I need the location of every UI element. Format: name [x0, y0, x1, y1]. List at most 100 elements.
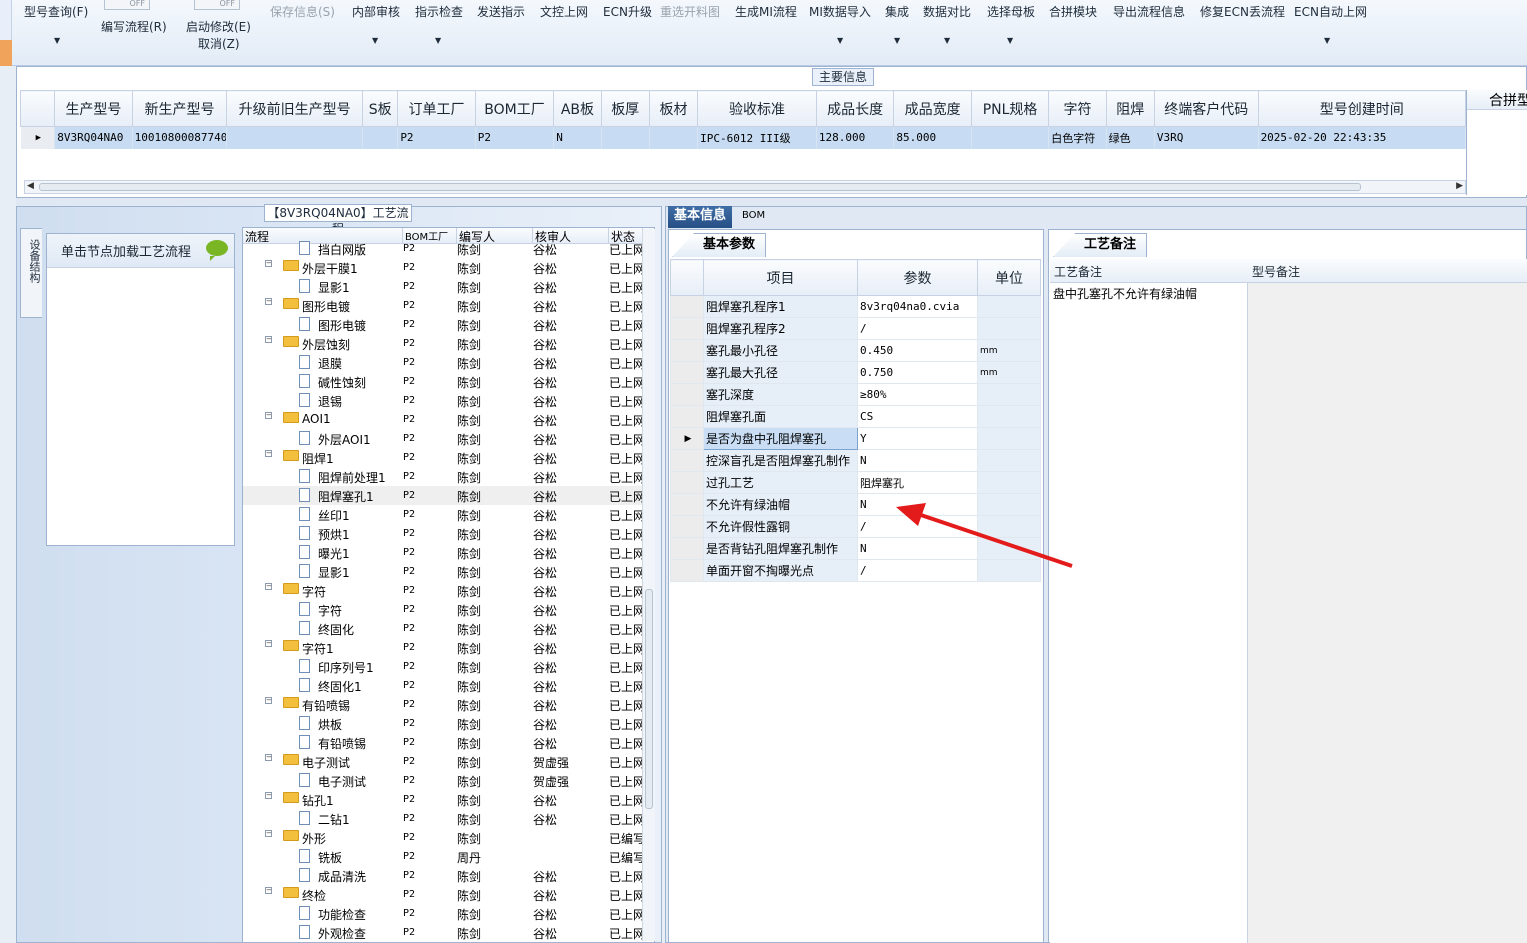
param-value-cell[interactable]: / — [857, 317, 978, 340]
param-unit-cell[interactable] — [977, 537, 1041, 560]
param-value-cell[interactable]: CS — [857, 405, 978, 428]
param-row[interactable]: 单面开窗不掏曝光点 / — [670, 559, 1041, 582]
tree-row[interactable]: − 外形 P2 陈剑 已编写 — [243, 828, 643, 847]
tree-node-label[interactable]: 电子测试 — [302, 754, 350, 771]
param-item-cell[interactable]: 是否为盘中孔阻焊塞孔 — [703, 427, 858, 450]
tree-row[interactable]: 丝印1 P2 陈剑 谷松 已上网 — [243, 505, 643, 524]
tree-row[interactable]: − 终检 P2 陈剑 谷松 已上网 — [243, 885, 643, 904]
column-header[interactable]: 验收标准 — [697, 90, 817, 127]
tree-row[interactable]: 阻焊前处理1 P2 陈剑 谷松 已上网 — [243, 467, 643, 486]
generate-mi-flow-button[interactable]: 生成MI流程 — [735, 3, 797, 20]
tree-node-label[interactable]: 烘板 — [318, 716, 342, 733]
collapse-icon[interactable]: − — [265, 640, 272, 647]
param-row[interactable]: 控深盲孔是否阻焊塞孔制作 N — [670, 449, 1041, 472]
param-unit-cell[interactable] — [977, 515, 1041, 538]
column-header[interactable]: 项目 — [703, 259, 858, 296]
param-unit-cell[interactable] — [977, 559, 1041, 582]
param-unit-cell[interactable] — [977, 493, 1041, 516]
row-header[interactable] — [670, 449, 704, 472]
table-cell[interactable]: V3RQ — [1154, 126, 1259, 149]
row-header[interactable] — [670, 471, 704, 494]
tree-node-label[interactable]: 曝光1 — [318, 545, 350, 562]
tab-basic-info[interactable]: 基本信息 — [668, 206, 733, 228]
tree-row[interactable]: − AOI1 P2 陈剑 谷松 已上网 — [243, 410, 643, 429]
row-selector-icon[interactable]: ▶ — [20, 126, 56, 149]
param-value-cell[interactable]: Y — [857, 427, 978, 450]
row-header[interactable] — [670, 295, 704, 318]
node-load-header[interactable]: 单击节点加载工艺流程 — [47, 234, 234, 268]
param-item-cell[interactable]: 塞孔最小孔径 — [703, 339, 858, 362]
param-unit-cell[interactable]: mm — [977, 361, 1041, 384]
chevron-down-icon[interactable]: ▼ — [1007, 36, 1013, 45]
tree-node-label[interactable]: 阻焊1 — [302, 450, 334, 467]
tree-row[interactable]: − 外层蚀刻 P2 陈剑 谷松 已上网 — [243, 334, 643, 353]
param-unit-cell[interactable] — [977, 383, 1041, 406]
tree-node-label[interactable]: 显影1 — [318, 564, 350, 581]
row-header[interactable] — [670, 493, 704, 516]
doc-control-online-button[interactable]: 文控上网 — [540, 3, 588, 20]
row-header[interactable]: ▶ — [670, 427, 704, 450]
param-value-cell[interactable]: 0.450 — [857, 339, 978, 362]
column-header[interactable]: 订单工厂 — [397, 90, 476, 127]
column-header[interactable]: 成品宽度 — [893, 90, 972, 127]
tree-node-label[interactable]: 碱性蚀刻 — [318, 374, 366, 391]
param-item-cell[interactable]: 阻焊塞孔程序1 — [703, 295, 858, 318]
param-row[interactable]: 是否背钻孔阻焊塞孔制作 N — [670, 537, 1041, 560]
chevron-down-icon[interactable]: ▼ — [894, 36, 900, 45]
cancel-button[interactable]: 取消(Z) — [198, 35, 240, 52]
collapse-icon[interactable]: − — [265, 450, 272, 457]
tree-node-label[interactable]: 退锡 — [318, 393, 342, 410]
horizontal-scrollbar[interactable]: ◀ ▶ — [24, 180, 1466, 194]
export-flow-info-button[interactable]: 导出流程信息 — [1113, 3, 1185, 20]
param-value-cell[interactable]: 0.750 — [857, 361, 978, 384]
tree-node-label[interactable]: 终固化 — [318, 621, 354, 638]
write-flow-button[interactable]: 编写流程(R) — [101, 18, 167, 35]
tree-row[interactable]: 挡白网版 P2 陈剑 谷松 已上网 — [243, 239, 643, 258]
param-unit-cell[interactable] — [977, 471, 1041, 494]
table-cell[interactable] — [971, 126, 1050, 149]
collapse-icon[interactable]: − — [265, 887, 272, 894]
tree-row[interactable]: 字符 P2 陈剑 谷松 已上网 — [243, 600, 643, 619]
param-row[interactable]: 不允许有绿油帽 N — [670, 493, 1041, 516]
param-row[interactable]: 不允许假性露铜 / — [670, 515, 1041, 538]
tree-node-label[interactable]: 外观检查 — [318, 925, 366, 942]
mi-data-import-button[interactable]: MI数据导入 — [809, 3, 871, 20]
table-cell[interactable]: P2 — [475, 126, 555, 149]
write-flow-toggle[interactable]: OFF — [104, 0, 150, 10]
tree-node-label[interactable]: 图形电镀 — [302, 298, 350, 315]
column-header[interactable]: 终端客户代码 — [1153, 90, 1259, 127]
column-header[interactable]: 字符 — [1048, 90, 1107, 127]
param-item-cell[interactable]: 塞孔最大孔径 — [703, 361, 858, 384]
tree-row[interactable]: 退锡 P2 陈剑 谷松 已上网 — [243, 391, 643, 410]
tree-row[interactable]: 曝光1 P2 陈剑 谷松 已上网 — [243, 543, 643, 562]
column-header[interactable]: 生产型号 — [54, 90, 133, 127]
param-item-cell[interactable]: 阻焊塞孔面 — [703, 405, 858, 428]
param-item-cell[interactable]: 单面开窗不掏曝光点 — [703, 559, 858, 582]
column-header[interactable]: 板厚 — [600, 90, 650, 127]
tree-row[interactable]: 显影1 P2 陈剑 谷松 已上网 — [243, 562, 643, 581]
row-header[interactable] — [670, 339, 704, 362]
collapse-icon[interactable]: − — [265, 792, 272, 799]
table-cell[interactable] — [362, 126, 399, 149]
panel-splitter[interactable] — [16, 198, 1527, 206]
tree-node-label[interactable]: 图形电镀 — [318, 317, 366, 334]
param-item-cell[interactable]: 是否背钻孔阻焊塞孔制作 — [703, 537, 858, 560]
tree-node-label[interactable]: 二钻1 — [318, 811, 350, 828]
param-row[interactable]: 阻焊塞孔程序1 8v3rq04na0.cvia — [670, 295, 1041, 318]
tree-row[interactable]: − 图形电镀 P2 陈剑 谷松 已上网 — [243, 296, 643, 315]
tree-node-label[interactable]: 钻孔1 — [302, 792, 334, 809]
tree-row[interactable]: − 阻焊1 P2 陈剑 谷松 已上网 — [243, 448, 643, 467]
param-value-cell[interactable]: N — [857, 449, 978, 472]
collapse-icon[interactable]: − — [265, 754, 272, 761]
collapse-icon[interactable]: − — [265, 583, 272, 590]
send-instruction-button[interactable]: 发送指示 — [477, 3, 525, 20]
param-item-cell[interactable]: 阻焊塞孔程序2 — [703, 317, 858, 340]
tree-row[interactable]: 显影1 P2 陈剑 谷松 已上网 — [243, 277, 643, 296]
param-row[interactable]: 阻焊塞孔程序2/ — [670, 317, 1041, 340]
collapse-icon[interactable]: − — [265, 412, 272, 419]
scroll-thumb[interactable] — [39, 183, 1361, 191]
param-unit-cell[interactable] — [977, 317, 1041, 340]
param-unit-cell[interactable] — [977, 427, 1041, 450]
row-header[interactable] — [670, 515, 704, 538]
column-header[interactable]: 单位 — [977, 259, 1041, 296]
